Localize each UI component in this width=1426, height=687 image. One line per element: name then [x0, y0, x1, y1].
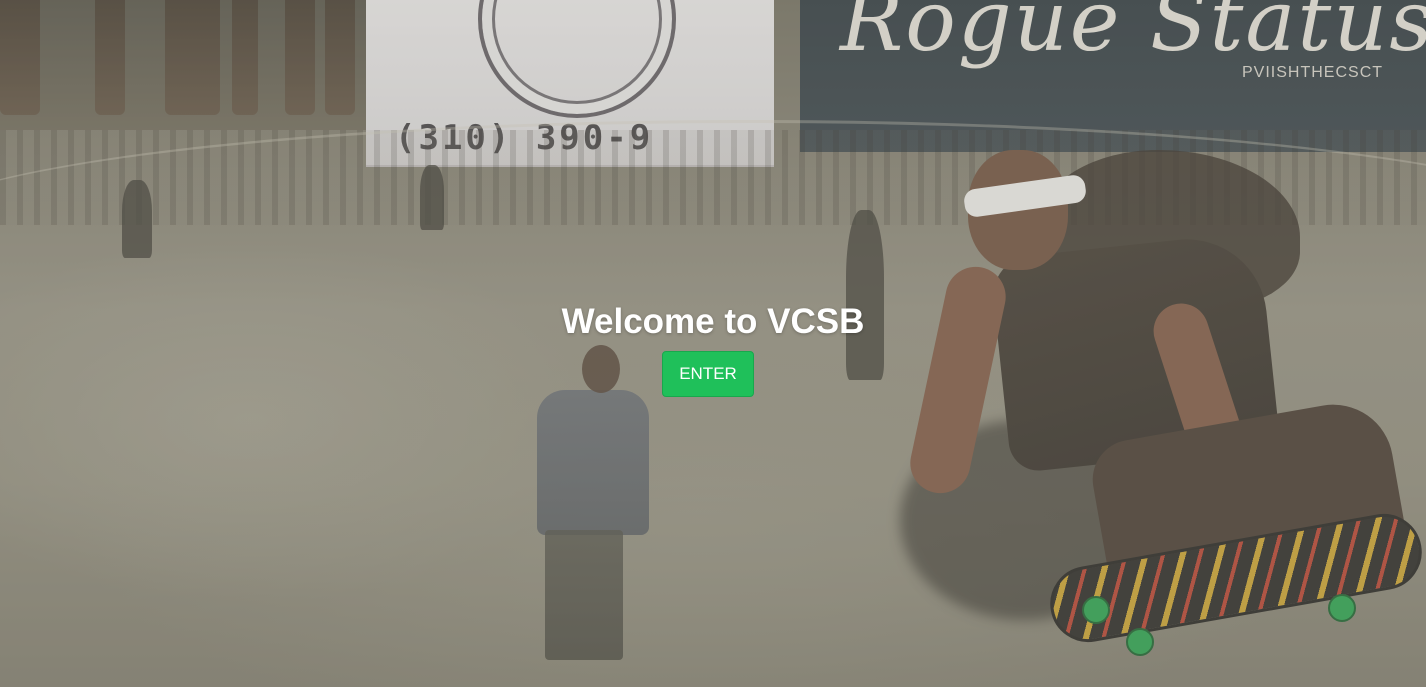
welcome-title: Welcome to VCSB: [561, 302, 865, 341]
enter-button[interactable]: ENTER: [662, 351, 754, 397]
landing-page: (310) 390-9 Rogue Status PVIISHTHECSCT W…: [0, 0, 1426, 687]
background-tint-overlay: [0, 0, 1426, 687]
